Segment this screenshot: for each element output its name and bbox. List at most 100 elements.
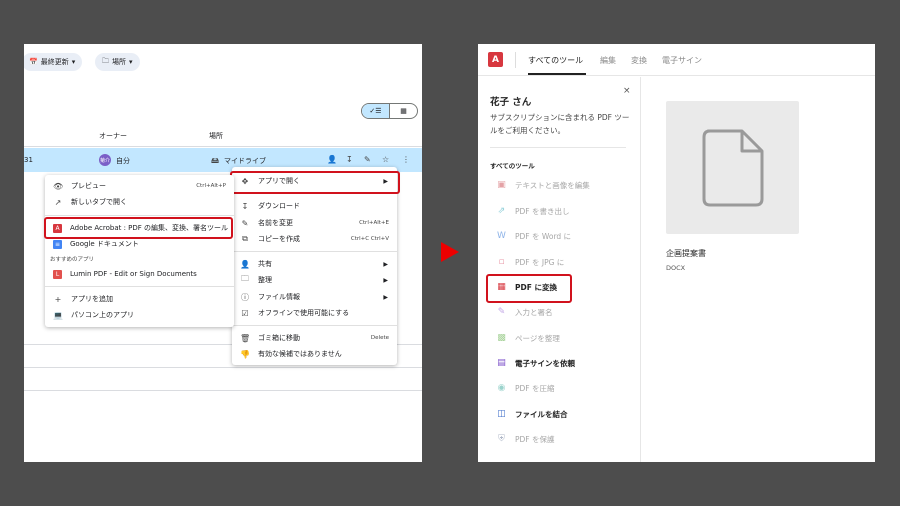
rename-icon[interactable]: ✎	[364, 155, 371, 164]
tool-export-pdf[interactable]: ⇗ PDF を書き出し	[496, 203, 570, 219]
tools-header: すべてのツール	[490, 162, 535, 170]
menu-not-useful[interactable]: 👎 有効な候補ではありません	[232, 346, 397, 362]
user-name: 花子 さん	[490, 97, 532, 108]
submenu-new-tab[interactable]: ↗ 新しいタブで開く	[45, 194, 234, 210]
request-signature-icon: ▤	[497, 358, 506, 368]
tool-protect-pdf[interactable]: ⛨ PDF を保護	[496, 431, 554, 447]
column-owner[interactable]: オーナー	[99, 131, 127, 141]
submenu-computer-apps[interactable]: 💻 パソコン上のアプリ	[45, 307, 234, 323]
divider	[490, 147, 626, 148]
menu-label: 共有	[258, 260, 272, 268]
share-person-icon[interactable]: 👤	[327, 155, 337, 164]
menu-label: ダウンロード	[258, 202, 300, 210]
menu-label: 有効な候補ではありません	[258, 350, 342, 358]
list-view-icon[interactable]: ✓☰	[362, 104, 390, 118]
tool-label: ページを整理	[515, 333, 560, 343]
suggested-apps-label: おすすめのアプリ	[50, 257, 95, 263]
menu-label: ゴミ箱に移動	[258, 334, 300, 342]
organize-pages-icon: ▩	[497, 333, 506, 343]
chevron-right-icon: ▶	[383, 260, 388, 268]
folder-icon: 🗀	[102, 56, 109, 65]
filter-location-label: 場所	[112, 58, 126, 66]
shield-icon: ⛨	[498, 434, 505, 444]
tool-label: テキストと画像を編集	[515, 180, 590, 190]
filter-modified-chip[interactable]: 📅 最終更新 ▾	[24, 53, 83, 71]
calendar-icon: 📅	[29, 58, 38, 66]
download-icon[interactable]: ↧	[346, 155, 353, 164]
submenu-lumin[interactable]: L Lumin PDF - Edit or Sign Documents	[45, 266, 234, 282]
drive-panel: 📅 最終更新 ▾ 🗀 場所 ▾ ✓☰ ▦ オーナー 場所 31 菊介 自分 🖴 …	[24, 44, 422, 462]
row-location: マイドライブ	[224, 157, 266, 165]
menu-file-info[interactable]: ⓘ ファイル情報 ▶	[232, 289, 397, 305]
tab-convert[interactable]: 変換	[631, 55, 647, 66]
tool-compress-pdf[interactable]: ◉ PDF を圧縮	[496, 380, 555, 396]
grid-view-icon[interactable]: ▦	[390, 104, 417, 118]
file-thumbnail[interactable]	[666, 101, 799, 234]
download-icon: ↧	[241, 201, 249, 211]
menu-download[interactable]: ↧ ダウンロード	[232, 198, 397, 214]
tool-label: 電子サインを依頼	[515, 358, 575, 368]
subscription-note: サブスクリプションに含まれる PDF ツールをご利用ください。	[490, 113, 630, 135]
acrobat-logo-icon: A	[488, 52, 503, 67]
tool-label: PDF を Word に	[515, 231, 572, 241]
tab-e-sign[interactable]: 電子サイン	[662, 55, 702, 66]
highlight-convert-to-pdf	[486, 274, 572, 303]
tool-request-esign[interactable]: ▤ 電子サインを依頼	[496, 355, 575, 371]
menu-label: オフラインで使用可能にする	[258, 309, 350, 317]
chevron-right-icon: ▶	[383, 293, 388, 301]
submenu-preview[interactable]: 👁 プレビュー Ctrl+Alt+P	[45, 178, 234, 194]
menu-divider	[232, 325, 397, 326]
menu-label: Lumin PDF - Edit or Sign Documents	[70, 270, 197, 278]
menu-share[interactable]: 👤 共有 ▶	[232, 256, 397, 272]
tab-edit[interactable]: 編集	[600, 55, 616, 66]
highlight-open-with	[230, 171, 400, 194]
close-icon[interactable]: ×	[623, 86, 631, 96]
menu-label: コピーを作成	[258, 235, 300, 243]
star-icon[interactable]: ☆	[382, 155, 389, 164]
tool-label: 入力と署名	[515, 307, 553, 317]
file-name: 企画提案書	[666, 249, 706, 258]
tool-pdf-to-word[interactable]: W PDF を Word に	[496, 228, 571, 244]
tab-all-tools[interactable]: すべてのツール	[528, 55, 583, 66]
menu-organize[interactable]: 🗀 整理 ▶	[232, 272, 397, 288]
divider	[24, 367, 422, 368]
acrobat-toolbar: A すべてのツール 編集 変換 電子サイン	[478, 44, 875, 76]
tool-organize-pages[interactable]: ▩ ページを整理	[496, 330, 560, 346]
tool-pdf-to-jpg[interactable]: ▫ PDF を JPG に	[496, 254, 564, 270]
filter-location-chip[interactable]: 🗀 場所 ▾	[95, 53, 140, 71]
divider	[24, 146, 422, 147]
tool-fill-sign[interactable]: ✎ 入力と署名	[496, 304, 553, 320]
more-vert-icon[interactable]: ⋮	[402, 155, 410, 164]
google-docs-icon: ≡	[53, 239, 62, 249]
column-location[interactable]: 場所	[209, 131, 223, 141]
flow-arrow	[441, 242, 459, 262]
lumin-icon: L	[53, 269, 62, 279]
tool-label: PDF を JPG に	[515, 257, 565, 267]
tool-label: ファイルを結合	[515, 409, 568, 419]
menu-copy[interactable]: ⧉ コピーを作成 Ctrl+C Ctrl+V	[232, 231, 397, 247]
info-icon: ⓘ	[241, 292, 249, 302]
menu-offline[interactable]: ☑ オフラインで使用可能にする	[232, 305, 397, 321]
thumb-down-icon: 👎	[240, 349, 250, 359]
person-add-icon: 👤	[240, 259, 250, 269]
menu-shortcut: Ctrl+C Ctrl+V	[350, 236, 389, 242]
menu-shortcut: Delete	[370, 335, 389, 341]
copy-icon: ⧉	[242, 234, 248, 243]
tool-combine-files[interactable]: ◫ ファイルを結合	[496, 406, 568, 422]
divider	[515, 52, 516, 68]
menu-rename[interactable]: ✎ 名前を変更 Ctrl+Alt+E	[232, 215, 397, 231]
export-pdf-icon: ⇗	[497, 206, 506, 216]
tool-edit-text-images[interactable]: ▣ テキストと画像を編集	[496, 177, 590, 193]
menu-label: アプリを追加	[71, 295, 113, 303]
menu-divider	[232, 251, 397, 252]
menu-trash[interactable]: 🗑 ゴミ箱に移動 Delete	[232, 330, 397, 346]
context-menu: ✥ アプリで開く ▶ ↧ ダウンロード ✎ 名前を変更 Ctrl+Alt+E ⧉…	[232, 167, 397, 365]
menu-shortcut: Ctrl+Alt+E	[359, 220, 389, 226]
compress-icon: ◉	[497, 383, 506, 393]
submenu-add-app[interactable]: + アプリを追加	[45, 291, 234, 307]
acrobat-panel: A すべてのツール 編集 変換 電子サイン × 花子 さん サブスクリプションに…	[478, 44, 875, 462]
highlight-acrobat	[44, 217, 233, 239]
view-toggle: ✓☰ ▦	[361, 103, 418, 119]
combine-files-icon: ◫	[497, 409, 506, 419]
jpg-icon: ▫	[498, 257, 505, 267]
